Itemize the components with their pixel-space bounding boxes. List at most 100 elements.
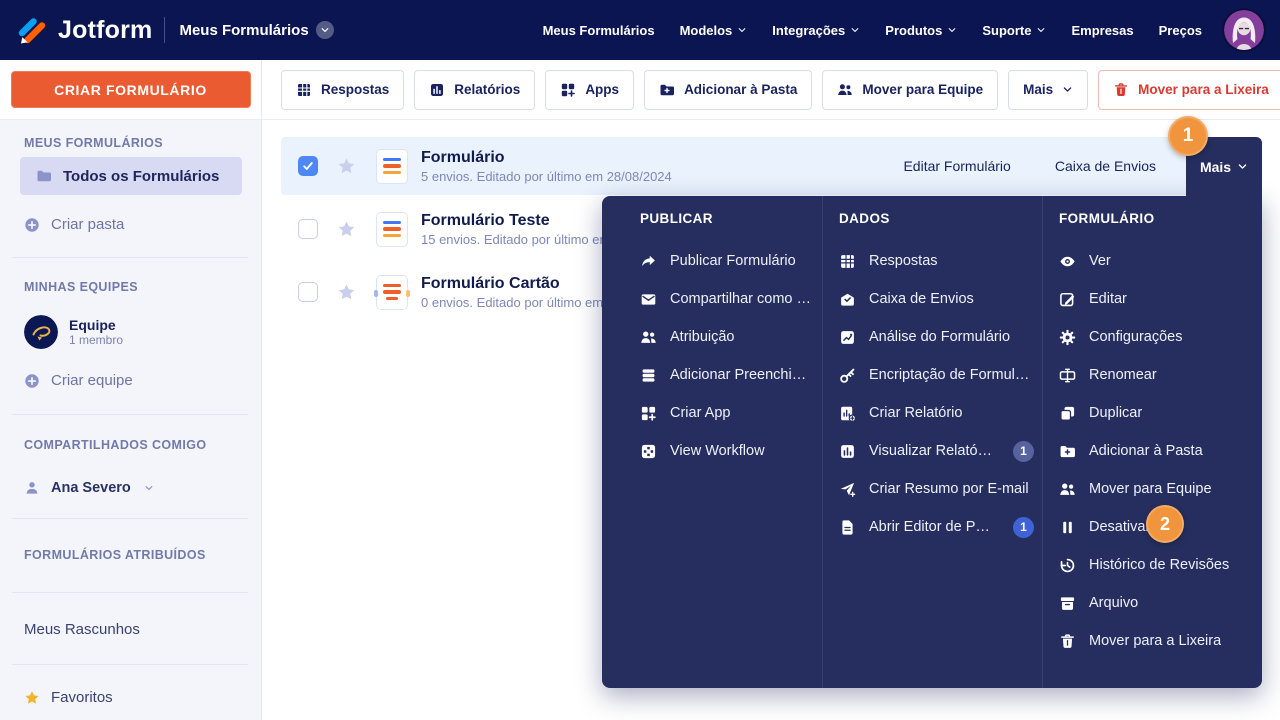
duplicate-icon (1059, 405, 1076, 422)
nav-item-modelos[interactable]: Modelos (680, 23, 748, 38)
menu-item-criar-app[interactable]: Criar App (640, 394, 814, 432)
workflow-icon (640, 443, 657, 460)
jotform-logo[interactable]: Jotform (0, 12, 152, 48)
toolbar-button-mais[interactable]: Mais (1008, 69, 1089, 110)
menu-item-view-workflow[interactable]: View Workflow (640, 432, 814, 470)
classic-form-icon (376, 211, 408, 247)
menu-item-label: Adicionar Preenchimento (670, 367, 814, 383)
toolbar-button-relatorios[interactable]: Relatórios (414, 69, 536, 110)
step-1-badge: 1 (1168, 116, 1208, 156)
form-row-formulario[interactable]: Formulário 5 envios. Editado por último e… (281, 137, 1262, 195)
toolbar-button-apps[interactable]: Apps (545, 69, 635, 110)
nav-item-label: Meus Formulários (542, 22, 655, 38)
sidebar-divider (12, 592, 248, 593)
menu-item-mover-para-a-lixeira[interactable]: Mover para a Lixeira (1059, 622, 1254, 660)
menu-item-editar[interactable]: Editar (1059, 280, 1254, 318)
toolbar-button-mover-para-equipe[interactable]: Mover para Equipe (822, 69, 999, 110)
plus-circle-icon (24, 217, 40, 233)
menu-item-criar-relatorio[interactable]: Criar Relatório (839, 394, 1034, 432)
folder-icon (36, 168, 52, 184)
menu-item-historico-de-revisoes[interactable]: Histórico de Revisões (1059, 546, 1254, 584)
my-forms-section-header: MEUS FORMULÁRIOS (24, 136, 164, 150)
sidebar-item-drafts[interactable]: Meus Rascunhos (24, 621, 140, 638)
star-icon[interactable] (337, 220, 356, 239)
star-icon (24, 690, 40, 706)
sidebar-item-label: Favoritos (51, 689, 113, 706)
sidebar-item-favorites[interactable]: Favoritos (24, 689, 113, 706)
page: Jotform Meus Formulários Meus Formulário… (0, 0, 1280, 720)
sidebar-item-all-forms[interactable]: Todos os Formulários (20, 157, 242, 195)
row-text: Formulário 5 envios. Editado por último e… (421, 148, 672, 185)
menu-item-compartilhar-como-mo[interactable]: Compartilhar como Mo... (640, 280, 814, 318)
table-icon (296, 82, 312, 98)
menu-item-renomear[interactable]: Renomear (1059, 356, 1254, 394)
nav-item-label: Empresas (1071, 22, 1134, 38)
users-icon (640, 329, 657, 346)
create-form-button[interactable]: CRIAR FORMULÁRIO (10, 71, 251, 108)
menu-item-visualizar-relatorios[interactable]: Visualizar Relatórios 1 (839, 432, 1034, 470)
form-title: Formulário Teste (421, 211, 550, 229)
menu-item-label: Mover para a Lixeira (1089, 633, 1222, 649)
sidebar-item-create-team[interactable]: Criar equipe (24, 372, 133, 389)
team-icon (1059, 481, 1076, 498)
row-action-editar-formulario[interactable]: Editar Formulário (903, 158, 1010, 174)
bar-chart-icon (839, 443, 856, 460)
menu-item-configuracoes[interactable]: Configurações (1059, 318, 1254, 356)
top-navbar: Jotform Meus Formulários Meus Formulário… (0, 0, 1280, 60)
nav-item-produtos[interactable]: Produtos (885, 23, 957, 38)
menu-item-atribuicao[interactable]: Atribuição (640, 318, 814, 356)
sidebar-item-team[interactable]: Equipe 1 membro (24, 315, 123, 349)
main-nav: Meus Formulários Modelos Integrações Produt… (543, 23, 1202, 38)
menu-item-criar-resumo-por-e-mail[interactable]: Criar Resumo por E-mail (839, 470, 1034, 508)
menu-item-mover-para-equipe[interactable]: Mover para Equipe (1059, 470, 1254, 508)
nav-item-precos[interactable]: Preços (1159, 23, 1202, 38)
row-checkbox[interactable] (298, 282, 318, 302)
menu-item-label: Histórico de Revisões (1089, 557, 1230, 573)
form-title: Formulário Cartão (421, 274, 560, 292)
toolbar-button-respostas[interactable]: Respostas (281, 69, 405, 110)
menu-item-adicionar-preenchimento[interactable]: Adicionar Preenchimento (640, 356, 814, 394)
page-title-menu[interactable]: Meus Formulários (179, 21, 334, 39)
menu-item-abrir-editor-de-pdfs[interactable]: Abrir Editor de PDFs 1 (839, 508, 1034, 546)
menu-item-analise-do-formulario[interactable]: Análise do Formulário (839, 318, 1034, 356)
page-title: Meus Formulários (179, 21, 309, 39)
menu-item-respostas[interactable]: Respostas (839, 242, 1034, 280)
user-avatar[interactable] (1224, 10, 1264, 50)
menu-item-adicionar-a-pasta[interactable]: Adicionar à Pasta (1059, 432, 1254, 470)
nav-item-label: Integrações (772, 22, 846, 38)
row-action-caixa-de-envios[interactable]: Caixa de Envios (1055, 158, 1156, 174)
menu-item-encriptacao-de-formula[interactable]: Encriptação de Formulá... (839, 356, 1034, 394)
folder-plus-icon (1059, 443, 1076, 460)
menu-item-duplicar[interactable]: Duplicar (1059, 394, 1254, 432)
nav-item-integracoes[interactable]: Integrações (772, 23, 860, 38)
toolbar-button-mover-para-a-lixeira[interactable]: Mover para a Lixeira (1098, 69, 1280, 110)
chevron-down-icon (1237, 161, 1248, 172)
toolbar-button-adicionar-a-pasta[interactable]: Adicionar à Pasta (644, 69, 813, 110)
menu-item-label: Configurações (1089, 329, 1183, 345)
menu-item-label: Desativar (1089, 519, 1151, 535)
stack-icon (640, 367, 657, 384)
nav-item-suporte[interactable]: Suporte (982, 23, 1046, 38)
sidebar: CRIAR FORMULÁRIO MEUS FORMULÁRIOS Todos … (0, 60, 262, 720)
menu-item-publicar-formulario[interactable]: Publicar Formulário (640, 242, 814, 280)
star-icon[interactable] (337, 157, 356, 176)
menu-item-arquivo[interactable]: Arquivo (1059, 584, 1254, 622)
shared-user-name: Ana Severo (51, 480, 131, 496)
sidebar-body: MEUS FORMULÁRIOS Todos os Formulários Cr… (0, 120, 260, 720)
sidebar-item-label: Meus Rascunhos (24, 621, 140, 638)
menu-column-header: PUBLICAR (640, 211, 713, 226)
nav-item-meus-formularios[interactable]: Meus Formulários (543, 23, 655, 38)
menu-item-ver[interactable]: Ver (1059, 242, 1254, 280)
nav-item-empresas[interactable]: Empresas (1071, 23, 1133, 38)
row-checkbox[interactable] (298, 156, 318, 176)
sidebar-item-create-folder[interactable]: Criar pasta (24, 216, 124, 233)
menu-item-label: Adicionar à Pasta (1089, 443, 1203, 459)
toolbar-button-label: Apps (585, 82, 620, 97)
star-icon[interactable] (337, 283, 356, 302)
form-meta: 0 envios. Editado por último em 2 (421, 294, 614, 310)
trash-icon (1059, 633, 1076, 650)
row-checkbox[interactable] (298, 219, 318, 239)
menu-item-caixa-de-envios[interactable]: Caixa de Envios (839, 280, 1034, 318)
menu-column-header: FORMULÁRIO (1059, 211, 1155, 226)
sidebar-item-shared-user[interactable]: Ana Severo (24, 480, 154, 496)
